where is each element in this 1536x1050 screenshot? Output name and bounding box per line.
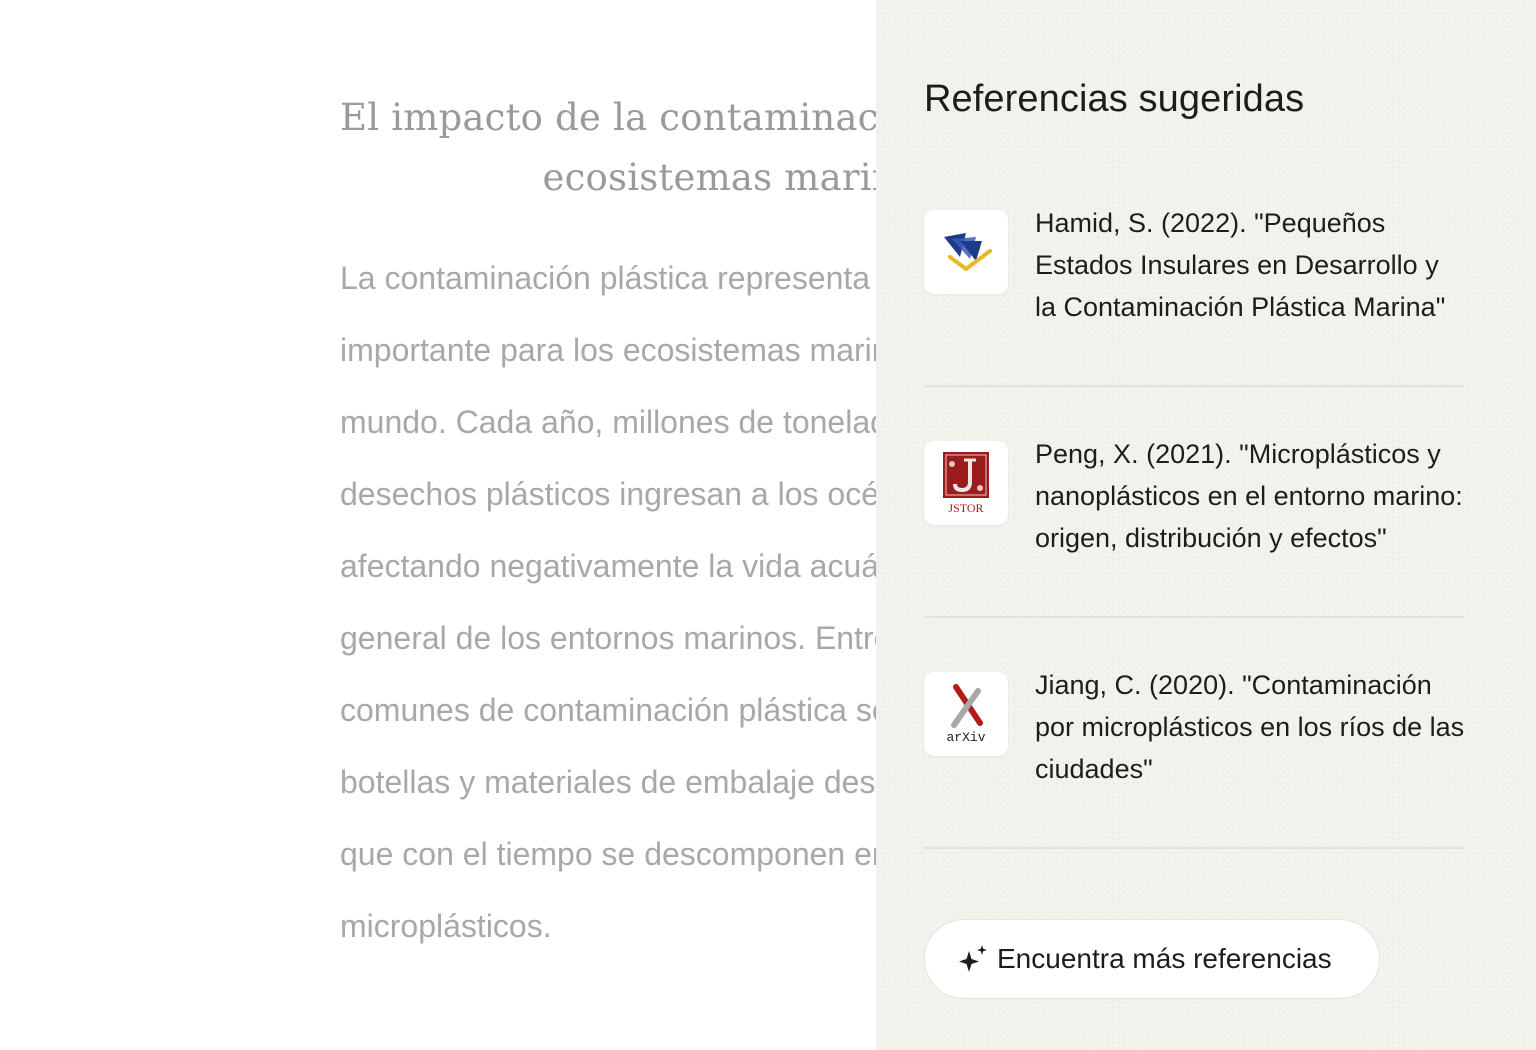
document-title-line: El impacto de la contaminación plástica … (340, 96, 876, 139)
references-panel: Referencias sugeridas Hamid, S. (2022). … (876, 0, 1536, 1050)
document-source-icon (924, 210, 1008, 294)
arxiv-label: arXiv (946, 730, 985, 745)
document-content: El impacto de la contaminación plástica … (340, 88, 876, 962)
document-body-line: botellas y materiales de embalaje desech… (340, 764, 876, 800)
reference-list: Hamid, S. (2022). "Pequeños Estados Insu… (924, 156, 1464, 849)
document-body-line: desechos plásticos ingresan a los océano… (340, 476, 876, 512)
reference-citation: Peng, X. (2021). "Microplásticos y nanop… (1035, 439, 1463, 553)
panel-title: Referencias sugeridas (924, 78, 1305, 120)
jstor-label: JSTOR (948, 501, 983, 515)
document-body-line: comunes de contaminación plástica se enc… (340, 692, 876, 728)
reference-item[interactable]: Hamid, S. (2022). "Pequeños Estados Insu… (924, 156, 1464, 387)
find-more-label: Encuentra más referencias (997, 943, 1332, 974)
document-body-line: afectando negativamente la vida acuática… (340, 548, 876, 584)
reference-item[interactable]: JSTOR Peng, X. (2021). "Microplásticos y… (924, 387, 1464, 618)
arxiv-logo: arXiv (924, 672, 1008, 756)
document-title: El impacto de la contaminación plástica … (340, 88, 876, 208)
sparkle-icon (957, 943, 989, 975)
reference-citation: Hamid, S. (2022). "Pequeños Estados Insu… (1035, 208, 1446, 322)
document-body: La contaminación plástica representa una… (340, 242, 876, 962)
document-title-line: ecosistemas marinos (542, 156, 876, 199)
document-body-line: microplásticos. (340, 908, 552, 944)
reference-citation: Jiang, C. (2020). "Contaminación por mic… (1035, 670, 1465, 784)
find-more-references-button[interactable]: Encuentra más referencias (924, 919, 1380, 999)
document-body-line: mundo. Cada año, millones de toneladas d… (340, 404, 876, 440)
document-area: El impacto de la contaminación plástica … (0, 0, 876, 1050)
document-body-line: La contaminación plástica representa una… (340, 260, 876, 296)
document-body-line: general de los entornos marinos. Entre l… (340, 620, 876, 656)
reference-item[interactable]: arXiv Jiang, C. (2020). "Contaminación p… (924, 618, 1464, 849)
document-body-line: importante para los ecosistemas marinos … (340, 332, 876, 368)
app-window: El impacto de la contaminación plástica … (0, 0, 1536, 1050)
document-body-line: que con el tiempo se descomponen en (340, 836, 876, 872)
jstor-logo: JSTOR (924, 441, 1008, 525)
